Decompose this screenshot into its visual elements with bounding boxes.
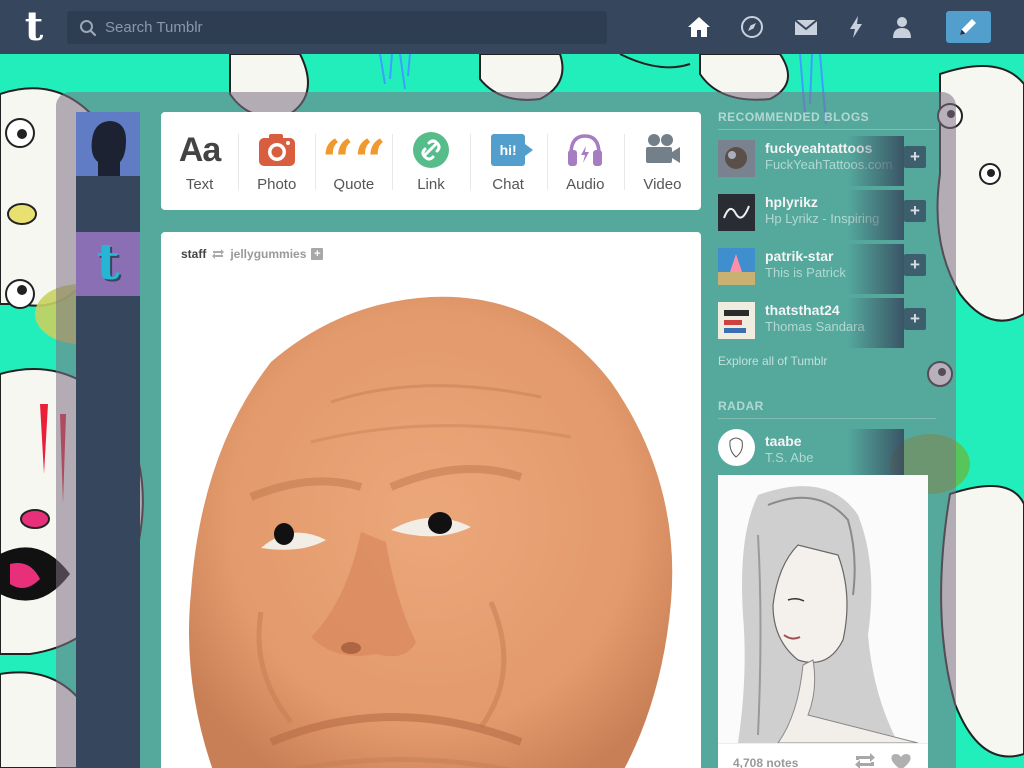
- blog-name[interactable]: thatsthat24: [765, 302, 840, 318]
- follow-button[interactable]: +: [904, 146, 926, 168]
- post-image-face[interactable]: [161, 272, 701, 768]
- post-type-label: Video: [643, 176, 682, 193]
- follow-button[interactable]: +: [904, 200, 926, 222]
- post-type-label: Audio: [566, 176, 605, 193]
- plus-icon[interactable]: +: [311, 248, 324, 260]
- post-author-link[interactable]: staff: [181, 247, 206, 261]
- top-navigation-bar: t: [0, 0, 1024, 54]
- text-icon: Aa: [178, 130, 221, 169]
- user-avatar[interactable]: [76, 112, 140, 176]
- radar-post-image[interactable]: [718, 475, 928, 744]
- post-type-photo[interactable]: Photo: [238, 112, 315, 210]
- blog-subtitle: T.S. Abe: [765, 450, 814, 465]
- recommended-blog-row[interactable]: thatsthat24 Thomas Sandara +: [718, 298, 936, 348]
- reblog-icon: [212, 249, 225, 259]
- recommended-blogs-title: RECOMMENDED BLOGS: [718, 110, 870, 124]
- follow-button[interactable]: +: [904, 254, 926, 276]
- staff-avatar[interactable]: t: [76, 232, 140, 296]
- search-icon: [80, 20, 97, 37]
- search-input[interactable]: [105, 11, 595, 44]
- blog-subtitle: FuckYeahTattoos.com: [765, 157, 893, 172]
- explore-icon[interactable]: [739, 14, 765, 40]
- blog-subtitle: Thomas Sandara: [765, 319, 865, 334]
- link-icon: [407, 130, 455, 170]
- home-icon[interactable]: [686, 14, 712, 40]
- post-type-label: Link: [417, 176, 445, 193]
- radar-post-card[interactable]: 4,708 notes: [718, 475, 928, 768]
- radar-blog-row[interactable]: taabe T.S. Abe: [718, 429, 936, 479]
- post-type-video[interactable]: Video: [623, 112, 701, 210]
- search-box[interactable]: [67, 11, 607, 44]
- post-type-link[interactable]: Link: [392, 112, 469, 210]
- camera-icon: [253, 130, 301, 170]
- recommended-blog-row[interactable]: hplyrikz Hp Lyrikz - Inspiring +: [718, 190, 936, 240]
- post-type-chat[interactable]: hi! Chat: [469, 112, 547, 210]
- notes-count[interactable]: 4,708 notes: [733, 756, 798, 768]
- blog-avatar: [718, 194, 755, 231]
- pencil-icon: [960, 19, 976, 35]
- headphones-icon: [561, 130, 609, 170]
- radar-post-footer: 4,708 notes: [718, 743, 928, 768]
- recommended-blog-row[interactable]: patrik-star This is Patrick +: [718, 244, 936, 294]
- post-type-quote[interactable]: ““ Quote: [315, 112, 392, 210]
- video-camera-icon: [638, 130, 686, 170]
- blog-avatar: [718, 248, 755, 285]
- chat-icon: hi!: [484, 130, 534, 170]
- post-header: staff jellygummies +: [181, 247, 324, 261]
- blog-subtitle: Hp Lyrikz - Inspiring: [765, 211, 880, 226]
- post-type-label: Chat: [492, 176, 524, 193]
- sidebar-divider: [718, 418, 936, 419]
- post-type-label: Quote: [333, 176, 375, 193]
- post-type-bar: Aa Text Photo ““ Quote Link hi! Chat Aud…: [161, 112, 701, 210]
- explore-tumblr-link[interactable]: Explore all of Tumblr: [718, 354, 827, 368]
- sidebar-divider: [718, 129, 936, 130]
- post-avatar-column: [76, 112, 140, 768]
- account-icon[interactable]: [889, 14, 915, 40]
- post-type-text[interactable]: Aa Text: [161, 112, 238, 210]
- blog-subtitle: This is Patrick: [765, 265, 846, 280]
- user-silhouette-icon: [76, 112, 140, 176]
- blog-name[interactable]: fuckyeahtattoos: [765, 140, 872, 156]
- activity-icon[interactable]: [843, 14, 869, 40]
- blog-avatar: [718, 302, 755, 339]
- compose-button[interactable]: [946, 11, 991, 43]
- blog-name[interactable]: patrik-star: [765, 248, 833, 264]
- post-type-label: Text: [185, 176, 214, 193]
- blog-avatar: [718, 140, 755, 177]
- quote-icon: ““: [321, 128, 387, 194]
- heart-icon[interactable]: [890, 753, 912, 768]
- post-type-audio[interactable]: Audio: [546, 112, 624, 210]
- tumblr-logo[interactable]: t: [14, 6, 54, 48]
- blog-name[interactable]: taabe: [765, 433, 802, 449]
- reblog-icon[interactable]: [854, 753, 876, 768]
- follow-button[interactable]: +: [904, 308, 926, 330]
- blog-name[interactable]: hplyrikz: [765, 194, 818, 210]
- post-type-label: Photo: [257, 176, 297, 193]
- radar-title: RADAR: [718, 399, 764, 413]
- post-source-link[interactable]: jellygummies: [230, 247, 306, 261]
- recommended-blog-row[interactable]: fuckyeahtattoos FuckYeahTattoos.com +: [718, 136, 936, 186]
- post-card: staff jellygummies +: [161, 232, 701, 768]
- radar-blog-avatar: [718, 429, 755, 466]
- inbox-icon[interactable]: [793, 14, 819, 40]
